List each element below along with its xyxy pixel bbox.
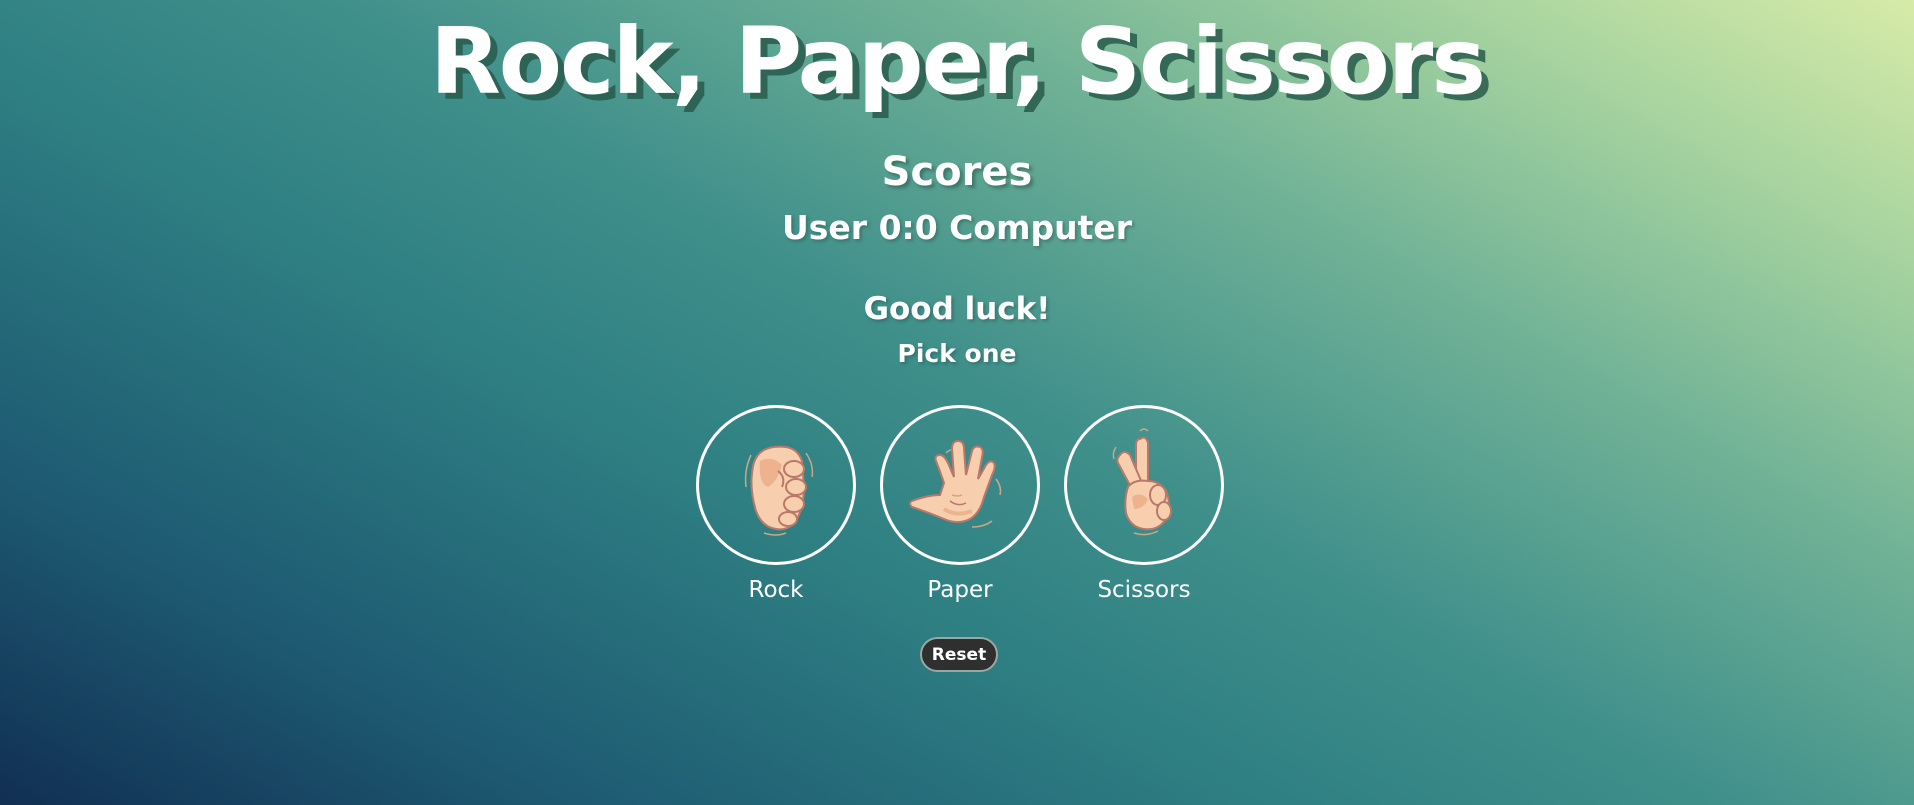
- peace-hand-icon: [1112, 428, 1172, 536]
- paper-button[interactable]: [880, 405, 1040, 565]
- scores-heading: Scores: [881, 149, 1033, 195]
- rock-choice[interactable]: Rock: [696, 405, 856, 605]
- fist-hand-icon: [744, 445, 814, 536]
- scissors-choice[interactable]: Scissors: [1064, 405, 1224, 605]
- reset-button[interactable]: Reset: [920, 637, 998, 672]
- paper-choice[interactable]: Paper: [880, 405, 1040, 605]
- rock-label: Rock: [748, 577, 804, 603]
- open-hand-icon: [909, 439, 1002, 528]
- score-display: User 0:0 Computer: [781, 208, 1132, 247]
- scissors-button[interactable]: [1064, 405, 1224, 565]
- paper-label: Paper: [927, 577, 993, 603]
- pick-instruction: Pick one: [897, 339, 1017, 368]
- game-page: Rock, Paper, Scissors Scores User 0:0 Co…: [0, 0, 1914, 805]
- rock-button[interactable]: [696, 405, 856, 565]
- page-title: Rock, Paper, Scissors: [429, 8, 1486, 115]
- result-message: Good luck!: [863, 291, 1051, 327]
- scissors-label: Scissors: [1097, 577, 1191, 603]
